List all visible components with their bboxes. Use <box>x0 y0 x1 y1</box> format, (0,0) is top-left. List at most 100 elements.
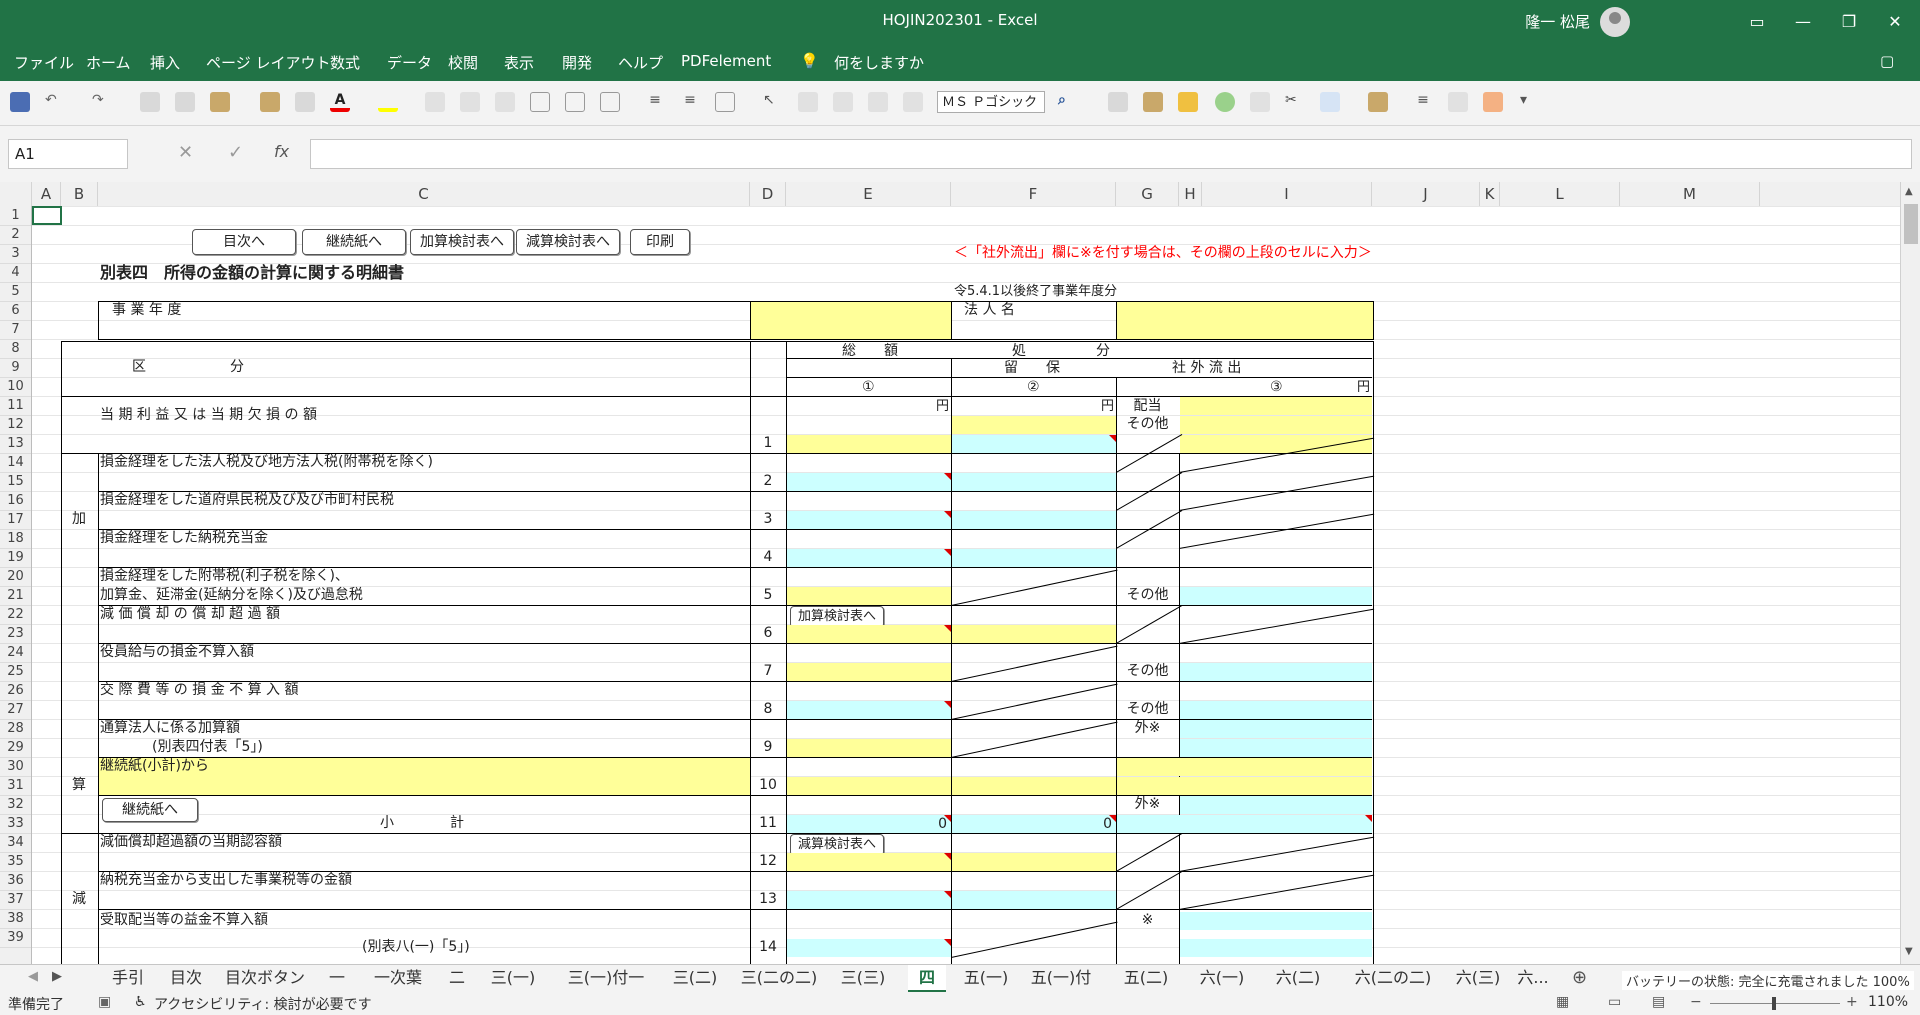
sheet-tab[interactable]: 五(二) <box>1115 965 1177 993</box>
menu-view[interactable]: 表示 <box>504 52 534 73</box>
align-objects-icon[interactable] <box>798 92 818 112</box>
borders-icon[interactable] <box>530 92 550 112</box>
row-header[interactable]: 14 <box>0 453 31 473</box>
row-header[interactable]: 28 <box>0 719 31 739</box>
sheet-tab[interactable]: 三(二) <box>664 965 726 993</box>
column-header[interactable]: F <box>951 182 1116 206</box>
format-painter-icon[interactable] <box>140 92 160 112</box>
edit-icon[interactable] <box>1108 92 1128 112</box>
row-header[interactable]: 18 <box>0 529 31 549</box>
row-header[interactable]: 24 <box>0 643 31 663</box>
retained-input[interactable] <box>952 853 1116 871</box>
row-header[interactable]: 12 <box>0 415 31 435</box>
menu-home[interactable]: ホーム <box>86 52 131 73</box>
sheet-tab[interactable]: 六... <box>1513 965 1553 993</box>
row-header[interactable]: 20 <box>0 567 31 587</box>
total-input[interactable] <box>787 625 951 643</box>
select-all-corner[interactable] <box>0 182 32 206</box>
zoom-level[interactable]: 110% <box>1868 994 1908 1010</box>
error-check-icon[interactable] <box>1178 92 1198 112</box>
total-input[interactable] <box>787 435 951 453</box>
column-header[interactable]: E <box>786 182 951 206</box>
tab-prev-icon[interactable]: ◀ <box>28 969 38 984</box>
sheet-tab[interactable]: 目次ボタン <box>216 965 314 993</box>
font-color-icon[interactable]: A <box>330 92 350 112</box>
tell-me-search[interactable]: 何をしますか <box>834 52 924 73</box>
row-header[interactable]: 15 <box>0 472 31 492</box>
zoom-icon[interactable]: ⌕ <box>1058 92 1078 112</box>
comments-icon[interactable]: ▢ <box>1880 52 1894 70</box>
menu-pdfelement[interactable]: PDFelement <box>681 52 771 70</box>
menu-review[interactable]: 校閲 <box>448 52 478 73</box>
sheet-tab[interactable]: 五(一) <box>955 965 1017 993</box>
column-header[interactable]: I <box>1202 182 1372 206</box>
row-header[interactable]: 31 <box>0 776 31 796</box>
sub-sheet-button[interactable]: 減算検討表へ <box>516 229 620 255</box>
continuation-button[interactable]: 継続紙へ <box>302 229 406 255</box>
total-input[interactable] <box>787 739 951 757</box>
column-header[interactable]: L <box>1500 182 1620 206</box>
row-header[interactable]: 35 <box>0 852 31 872</box>
find-icon[interactable] <box>1320 92 1340 112</box>
accessibility-status[interactable]: アクセシビリティ: 検討が必要です <box>154 994 372 1014</box>
row-header[interactable]: 23 <box>0 624 31 644</box>
print-button[interactable]: 印刷 <box>630 229 690 255</box>
page-break-view-icon[interactable]: ▤ <box>1652 994 1665 1010</box>
column-header[interactable]: D <box>750 182 786 206</box>
other-input[interactable] <box>1180 416 1372 434</box>
tab-next-icon[interactable]: ▶ <box>52 969 62 984</box>
column-header[interactable]: C <box>98 182 750 206</box>
macro-record-icon[interactable]: ▣ <box>98 994 111 1010</box>
group-icon[interactable] <box>460 92 480 112</box>
formula-input[interactable] <box>310 139 1912 169</box>
row-header[interactable]: 8 <box>0 339 31 359</box>
zoom-slider-thumb[interactable] <box>1772 997 1776 1010</box>
insert-function-icon[interactable]: fx <box>274 142 289 161</box>
bring-forward-icon[interactable] <box>868 92 888 112</box>
toc-button[interactable]: 目次へ <box>192 229 296 255</box>
align-right-icon[interactable]: ≡ <box>680 92 700 112</box>
comment-icon[interactable] <box>1250 92 1270 112</box>
save-icon[interactable] <box>10 92 30 112</box>
row-header[interactable]: 37 <box>0 890 31 910</box>
list-icon[interactable]: ≡ <box>1413 92 1433 112</box>
align-center-icon[interactable]: ≡ <box>645 92 665 112</box>
row-header[interactable]: 29 <box>0 738 31 758</box>
minimize-button[interactable]: — <box>1780 4 1826 40</box>
print-preview-icon[interactable] <box>1483 92 1503 112</box>
menu-formulas[interactable]: 数式 <box>330 52 360 73</box>
all-borders-icon[interactable] <box>600 92 620 112</box>
fiscal-year-input[interactable] <box>750 301 952 340</box>
maximize-button[interactable]: ❐ <box>1826 4 1872 40</box>
row-header[interactable]: 17 <box>0 510 31 530</box>
row-header[interactable]: 3 <box>0 244 31 264</box>
menu-file[interactable]: ファイル <box>14 52 74 73</box>
row-header[interactable]: 2 <box>0 225 31 245</box>
column-header[interactable]: G <box>1116 182 1179 206</box>
sheet-tab-active[interactable]: 四 <box>908 965 946 993</box>
page-layout-view-icon[interactable]: ▭ <box>1608 994 1621 1010</box>
row-header[interactable]: 30 <box>0 757 31 777</box>
column-header[interactable]: K <box>1480 182 1500 206</box>
ungroup-icon[interactable] <box>495 92 515 112</box>
sheet-tab[interactable]: 五(一)付 <box>1021 965 1101 993</box>
sheet-tab[interactable]: 三(一)付一 <box>552 965 660 993</box>
oval-icon[interactable] <box>1215 92 1235 112</box>
select-objects-icon[interactable]: ↖ <box>763 92 783 112</box>
menu-page-layout[interactable]: ページ レイアウト <box>206 52 330 73</box>
sheet-tab[interactable]: 三(二の二) <box>730 965 828 993</box>
worksheet-grid[interactable]: 目次へ 継続紙へ 加算検討表へ 減算検討表へ 印刷 ＜「社外流出」欄に※を付す場… <box>32 206 1900 964</box>
cut-icon[interactable]: ✂ <box>1285 92 1305 112</box>
sheet-tab[interactable]: 一次葉 <box>360 965 436 993</box>
corp-name-input[interactable] <box>1116 301 1374 340</box>
continuation-button[interactable]: 継続紙へ <box>102 798 198 822</box>
column-header[interactable]: J <box>1372 182 1480 206</box>
avatar[interactable] <box>1600 7 1630 37</box>
clipboard-icon[interactable] <box>1368 92 1388 112</box>
enter-icon[interactable]: ✓ <box>228 142 243 163</box>
row-header[interactable]: 26 <box>0 681 31 701</box>
row-header[interactable]: 25 <box>0 662 31 682</box>
send-backward-icon[interactable] <box>903 92 923 112</box>
row-header[interactable]: 16 <box>0 491 31 511</box>
add-sheet-icon[interactable]: ⊕ <box>1572 967 1587 988</box>
